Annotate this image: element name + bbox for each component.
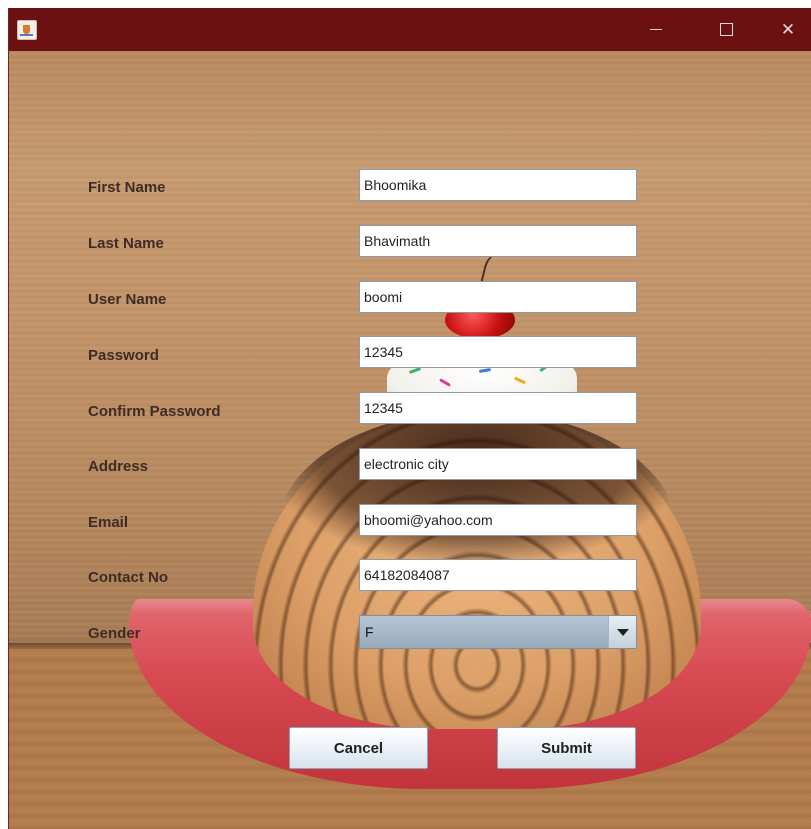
maximize-button[interactable] — [697, 8, 755, 51]
password-field[interactable] — [359, 336, 637, 368]
first-name-field[interactable] — [359, 169, 637, 201]
contact-no-field[interactable] — [359, 559, 637, 591]
minimize-icon — [650, 29, 662, 30]
gender-select[interactable]: F — [359, 615, 637, 649]
user-name-label: User Name — [88, 291, 167, 308]
dropdown-arrow-button[interactable] — [608, 616, 636, 648]
email-label: Email — [88, 514, 129, 531]
last-name-label: Last Name — [88, 235, 164, 252]
confirm-password-label: Confirm Password — [88, 403, 221, 420]
chocolate-sauce — [277, 411, 677, 561]
title-bar: ✕ — [9, 8, 811, 51]
contact-no-label: Contact No — [88, 569, 168, 586]
minimize-button[interactable] — [627, 8, 685, 51]
form-panel: First Name Last Name User Name Password … — [9, 51, 811, 829]
close-button[interactable]: ✕ — [759, 8, 811, 51]
chevron-down-icon — [616, 628, 629, 636]
address-field[interactable] — [359, 448, 637, 480]
close-icon: ✕ — [780, 19, 796, 40]
gender-selected-value: F — [365, 624, 374, 640]
last-name-field[interactable] — [359, 225, 637, 257]
email-field[interactable] — [359, 504, 637, 536]
first-name-label: First Name — [88, 179, 166, 196]
app-window: ✕ First Name Last Name User Name Passwor… — [8, 8, 811, 829]
java-app-icon[interactable] — [17, 20, 37, 40]
password-label: Password — [88, 347, 159, 364]
confirm-password-field[interactable] — [359, 392, 637, 424]
cancel-button[interactable]: Cancel — [289, 727, 428, 769]
gender-label: Gender — [88, 625, 141, 642]
address-label: Address — [88, 458, 149, 475]
submit-button[interactable]: Submit — [497, 727, 636, 769]
maximize-icon — [719, 23, 733, 36]
user-name-field[interactable] — [359, 281, 637, 313]
